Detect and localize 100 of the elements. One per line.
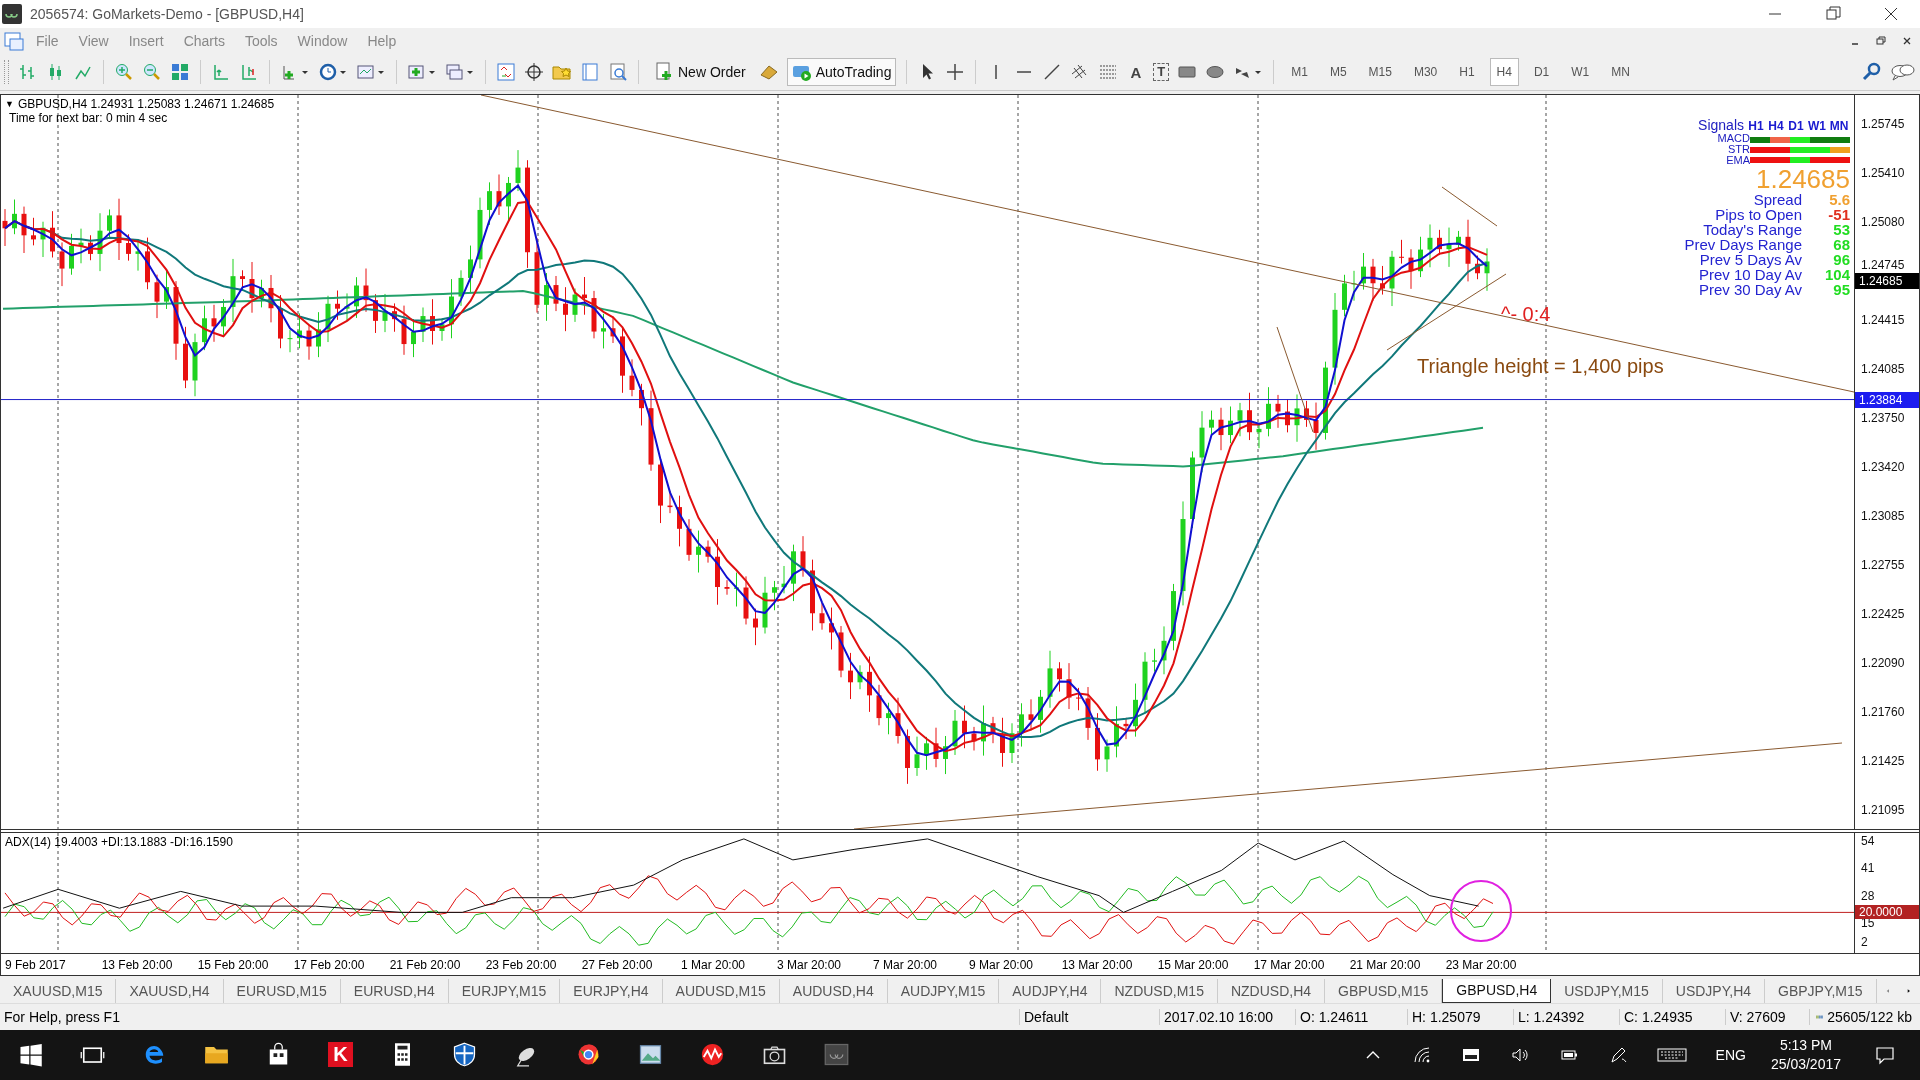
indicator-label: MACD <box>1717 133 1750 145</box>
signals-title: Signals <box>1698 117 1744 134</box>
time-label: 27 Feb 20:00 <box>580 957 654 972</box>
chat-icon[interactable] <box>1890 62 1916 83</box>
wifi-icon[interactable] <box>1411 1044 1432 1065</box>
chart-info: GBPUSD,H4 1.24931 1.25083 1.24671 1.24685 <box>17 97 275 112</box>
clock-icon[interactable] <box>318 62 348 83</box>
price-label: 1.21095 <box>1861 803 1905 818</box>
price-label: 1.24745 <box>1861 258 1905 273</box>
chart-note: Triangle height = 1,400 pips <box>1417 355 1664 379</box>
price-label: 1.22425 <box>1861 607 1905 622</box>
status-low: L: 1.24392 <box>1514 1008 1620 1025</box>
time-label: 13 Mar 20:00 <box>1060 957 1134 972</box>
price-label: 1.21425 <box>1861 754 1905 769</box>
status-help: For Help, press F1 <box>0 1008 1020 1025</box>
shield-icon[interactable] <box>452 1042 477 1068</box>
signal-timeframe: H1 <box>1748 119 1764 134</box>
indicator-axis-label: 28 <box>1861 888 1875 903</box>
auto-trading-button[interactable]: AutoTrading <box>786 58 897 87</box>
text-label-tool-button[interactable]: T <box>1153 63 1170 82</box>
stat-label: Spread <box>1752 192 1802 208</box>
price-label: 1.25080 <box>1861 215 1905 230</box>
chart-window-icon[interactable] <box>4 31 24 52</box>
status-open: O: 1.24611 <box>1296 1008 1408 1025</box>
indicator-info: ADX(14) 19.4003 +DI:13.1883 -DI:16.1590 <box>5 835 233 850</box>
price-label: 1.25410 <box>1861 166 1905 181</box>
time-label: 23 Feb 20:00 <box>484 957 558 972</box>
stat-value: 96 <box>1832 252 1850 268</box>
timeframe-button[interactable]: M5 <box>1322 58 1354 87</box>
stat-label: Prev 10 Day Av <box>1697 267 1802 283</box>
tester-icon[interactable] <box>608 62 628 83</box>
status-high: H: 1.25079 <box>1408 1008 1514 1025</box>
time-label: 1 Mar 20:00 <box>679 957 746 972</box>
stat-value: 68 <box>1832 237 1850 253</box>
status-volume: V: 27609 <box>1726 1008 1810 1025</box>
big-price: 1.24685 <box>1756 166 1850 193</box>
status-traffic: 25605/122 kb <box>1826 1008 1913 1025</box>
timeframe-button[interactable]: MN <box>1604 58 1637 87</box>
time-label: 9 Mar 20:00 <box>967 957 1034 972</box>
stat-label: Pips to Open <box>1715 207 1802 223</box>
price-label: 1.22090 <box>1861 656 1905 671</box>
indicator-axis-label: 2 <box>1861 935 1868 950</box>
language-indicator[interactable]: ENG <box>1715 1046 1746 1063</box>
status-profile: Default <box>1020 1008 1160 1025</box>
price-label: 1.25745 <box>1861 117 1905 132</box>
time-label: 17 Mar 20:00 <box>1252 957 1326 972</box>
market-watch-icon[interactable] <box>496 62 516 83</box>
new-order-button[interactable]: New Order <box>649 58 751 87</box>
windows-icon[interactable] <box>18 1042 43 1068</box>
price-label: 1.23420 <box>1861 460 1905 475</box>
time-label: 9 Feb 2017 <box>4 957 67 972</box>
timeframe-button[interactable]: M30 <box>1406 58 1445 87</box>
timeframe-button[interactable]: M15 <box>1361 58 1399 87</box>
notification-icon[interactable] <box>1874 1044 1896 1065</box>
time-label: 3 Mar 20:00 <box>775 957 842 972</box>
time-label: 17 Feb 20:00 <box>292 957 366 972</box>
time-label: 7 Mar 20:00 <box>871 957 938 972</box>
time-label: 15 Feb 20:00 <box>196 957 270 972</box>
timeframe-button[interactable]: W1 <box>1564 58 1597 87</box>
price-label: 1.23750 <box>1861 411 1905 426</box>
highlight-circle <box>1450 880 1512 943</box>
clock-time[interactable]: 5:13 PM <box>1779 1035 1833 1055</box>
stat-label: Prev 30 Day Av <box>1697 282 1802 298</box>
indicator-axis-label: 54 <box>1861 834 1875 849</box>
current-price-tag: 1.24685 <box>1855 273 1919 290</box>
time-label: 21 Mar 20:00 <box>1348 957 1422 972</box>
timeframe-button[interactable]: H4 <box>1489 58 1519 87</box>
stat-value: 53 <box>1832 222 1850 238</box>
signal-timeframe: H4 <box>1768 119 1784 134</box>
app-icon <box>2 3 22 24</box>
price-label: 1.21760 <box>1861 705 1905 720</box>
indicator-label: STR <box>1727 144 1750 156</box>
tile-windows-icon[interactable] <box>170 62 190 83</box>
stat-label: Prev 5 Days Av <box>1698 252 1802 268</box>
text-tool-button[interactable]: A <box>1126 63 1146 81</box>
timeframe-button[interactable]: D1 <box>1526 58 1557 87</box>
timeframe-button[interactable]: H1 <box>1452 58 1482 87</box>
wave-logo-icon[interactable] <box>700 1042 725 1068</box>
timeframe-button[interactable]: M1 <box>1284 58 1315 87</box>
crosshair-target-icon[interactable] <box>524 62 544 83</box>
time-label: 15 Mar 20:00 <box>1156 957 1230 972</box>
stat-label: Prev Days Range <box>1684 237 1802 253</box>
circle-logo-icon[interactable] <box>576 1042 601 1068</box>
status-close: C: 1.24935 <box>1620 1008 1726 1025</box>
trading-app-icon[interactable] <box>824 1042 849 1068</box>
stat-value: 104 <box>1823 267 1850 283</box>
clock-date[interactable]: 25/03/2017 <box>1770 1054 1841 1074</box>
price-label: 1.22755 <box>1861 558 1905 573</box>
window-title: 2056574: GoMarkets-Demo - [GBPUSD,H4] <box>30 5 304 22</box>
chart-shift-icon[interactable] <box>239 62 259 83</box>
crosshair-icon[interactable] <box>945 62 966 83</box>
time-label: 21 Feb 20:00 <box>388 957 462 972</box>
indicator-label: EMA <box>1725 155 1750 167</box>
search-icon[interactable] <box>1862 62 1882 83</box>
profiles-icon[interactable] <box>445 62 475 83</box>
app-letter-icon[interactable]: K <box>328 1042 353 1068</box>
time-label: 23 Mar 20:00 <box>1444 957 1518 972</box>
time-label: 13 Feb 20:00 <box>100 957 174 972</box>
chart-tab[interactable]: GBPUSD,H4 <box>1442 979 1552 1003</box>
collapse-glyph[interactable]: ▼ <box>5 99 14 110</box>
